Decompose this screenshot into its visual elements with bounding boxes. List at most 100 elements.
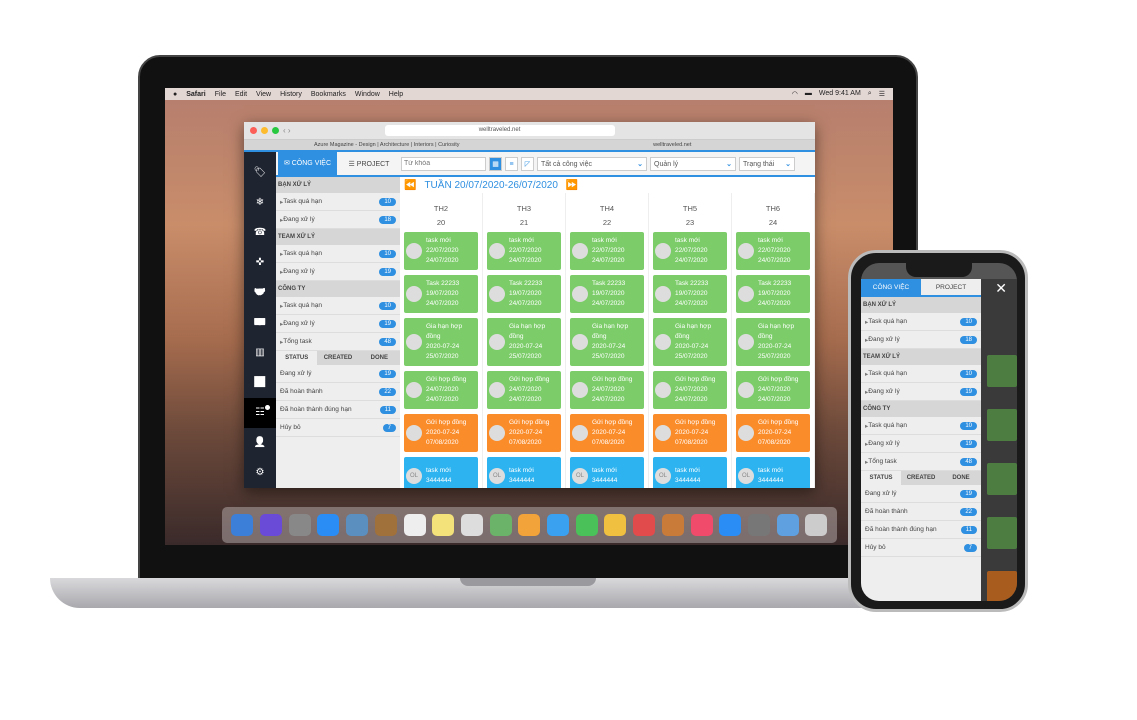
tab-project[interactable]: PROJECT [921, 279, 981, 295]
tab-project[interactable]: ☰ PROJECT [340, 160, 398, 168]
list-item[interactable]: ▸ Đang xử lý 18 [276, 211, 400, 229]
list-item[interactable]: ▸ Task quá hạn 10 [276, 245, 400, 263]
status-item[interactable]: Đã hoàn thành 22 [861, 503, 981, 521]
dock-app-icon[interactable] [518, 514, 541, 536]
status-item[interactable]: Hủy bỏ 7 [276, 419, 400, 437]
overlay[interactable] [981, 279, 1017, 601]
status-item[interactable]: Đã hoàn thành 22 [276, 383, 400, 401]
list-item[interactable]: ▸ Đang xử lý 19 [861, 383, 981, 401]
gear-icon[interactable]: ⚙ [244, 458, 276, 488]
dock-app-icon[interactable] [719, 514, 742, 536]
back-forward-icon[interactable]: ‹ › [283, 126, 291, 135]
task-card[interactable]: task mới 22/07/2020 24/07/2020 [736, 232, 810, 270]
search-icon[interactable]: ⌕ [868, 90, 872, 98]
menu-help[interactable]: Help [389, 91, 403, 98]
phone-icon[interactable]: ☎ [244, 218, 276, 248]
list-item[interactable]: ▸ Task quá hạn 10 [276, 193, 400, 211]
status-item[interactable]: Đã hoàn thành đúng hạn 11 [861, 521, 981, 539]
dock-app-icon[interactable] [633, 514, 656, 536]
dock-app-icon[interactable] [575, 514, 598, 536]
tab-created[interactable]: CREATED [901, 471, 941, 485]
task-list-icon[interactable]: ☷ [244, 398, 276, 428]
crosshair-icon[interactable]: ✜ [244, 248, 276, 278]
grid-view-icon[interactable]: ▦ [489, 156, 502, 171]
list-item[interactable]: ▸ Tổng task 48 [861, 453, 981, 471]
task-card[interactable]: OL task mới 3444444 [487, 457, 561, 488]
bar-chart-icon[interactable]: ▥ [244, 338, 276, 368]
next-week-icon[interactable]: ⏩ [566, 180, 578, 191]
menu-icon[interactable]: ☰ [879, 90, 885, 98]
tab-done[interactable]: DONE [941, 471, 981, 485]
browser-tab[interactable]: Azure Magazine - Design | Architecture |… [244, 142, 530, 148]
user-icon[interactable]: 👤 [244, 428, 276, 458]
tag-icon[interactable]: 🏷 [244, 158, 276, 188]
browser-tab[interactable]: welltraveled.net [530, 142, 816, 148]
dock-app-icon[interactable] [260, 514, 283, 536]
dock-app-icon[interactable] [805, 514, 828, 536]
tab-done[interactable]: DONE [358, 351, 400, 365]
task-filter-select[interactable]: Tất cả công việc ⌄ [537, 156, 647, 171]
minimize-button[interactable] [261, 127, 268, 134]
task-card[interactable]: Task 22233 19/07/2020 24/07/2020 [570, 275, 644, 313]
list-item[interactable]: ▸ Đang xử lý 19 [276, 315, 400, 333]
dock-app-icon[interactable] [317, 514, 340, 536]
menu-edit[interactable]: Edit [235, 91, 247, 98]
line-chart-icon[interactable]: 📈 [244, 368, 276, 398]
task-card[interactable]: Gia hạn hợp đồng 2020-07-24 25/07/2020 [570, 318, 644, 366]
list-item[interactable]: ▸ Task quá hạn 10 [861, 365, 981, 383]
status-item[interactable]: Đang xử lý 19 [276, 365, 400, 383]
apple-icon[interactable]: ● [173, 91, 177, 98]
status-item[interactable]: Hủy bỏ 7 [861, 539, 981, 557]
dock-app-icon[interactable] [346, 514, 369, 536]
menu-safari[interactable]: Safari [186, 91, 205, 98]
status-select[interactable]: Trạng thái ⌄ [739, 156, 795, 171]
status-item[interactable]: Đang xử lý 19 [861, 485, 981, 503]
list-item[interactable]: ▸ Task quá hạn 10 [861, 313, 981, 331]
prev-week-icon[interactable]: ⏪ [404, 180, 416, 191]
status-item[interactable]: Đã hoàn thành đúng hạn 11 [276, 401, 400, 419]
dock-app-icon[interactable] [288, 514, 311, 536]
task-card[interactable]: task mới 22/07/2020 24/07/2020 [653, 232, 727, 270]
task-card[interactable]: Gửi hợp đồng 2020-07-24 07/08/2020 [404, 414, 478, 452]
dock-app-icon[interactable] [489, 514, 512, 536]
close-icon[interactable]: ✕ [995, 280, 1007, 297]
dock-app-icon[interactable] [690, 514, 713, 536]
wifi-icon[interactable]: ◠ [792, 90, 798, 98]
tab-cong-viec[interactable]: CÔNG VIỆC [861, 279, 921, 295]
tab-status[interactable]: STATUS [861, 471, 901, 485]
list-item[interactable]: ▸ Tổng task 48 [276, 333, 400, 351]
menu-window[interactable]: Window [355, 91, 380, 98]
manager-select[interactable]: Quản lý ⌄ [650, 156, 736, 171]
task-card[interactable]: Task 22233 19/07/2020 24/07/2020 [404, 275, 478, 313]
list-view-icon[interactable]: ≡ [505, 156, 518, 171]
dock-app-icon[interactable] [374, 514, 397, 536]
menu-view[interactable]: View [256, 91, 271, 98]
menu-file[interactable]: File [215, 91, 226, 98]
task-card[interactable]: Gửi hợp đồng 2020-07-24 07/08/2020 [653, 414, 727, 452]
task-card[interactable]: Gửi hợp đồng 24/07/2020 24/07/2020 [653, 371, 727, 409]
menu-bookmarks[interactable]: Bookmarks [311, 91, 346, 98]
task-card[interactable]: OL task mới 3444444 [570, 457, 644, 488]
list-item[interactable]: ▸ Đang xử lý 19 [861, 435, 981, 453]
gantt-view-icon[interactable]: ◸ [521, 156, 534, 171]
dock-app-icon[interactable] [403, 514, 426, 536]
money-icon[interactable]: 💵 [244, 308, 276, 338]
list-item[interactable]: ▸ Task quá hạn 10 [276, 297, 400, 315]
task-card[interactable]: Gia hạn hợp đồng 2020-07-24 25/07/2020 [653, 318, 727, 366]
list-item[interactable]: ▸ Task quá hạn 10 [861, 417, 981, 435]
task-card[interactable]: Task 22233 19/07/2020 24/07/2020 [736, 275, 810, 313]
dock-app-icon[interactable] [432, 514, 455, 536]
task-card[interactable]: Gửi hợp đồng 2020-07-24 07/08/2020 [487, 414, 561, 452]
maximize-button[interactable] [272, 127, 279, 134]
dock-app-icon[interactable] [460, 514, 483, 536]
search-input[interactable] [401, 156, 486, 171]
dock-app-icon[interactable] [547, 514, 570, 536]
task-card[interactable]: Gửi hợp đồng 24/07/2020 24/07/2020 [736, 371, 810, 409]
dock-app-icon[interactable] [604, 514, 627, 536]
tab-cong-viec[interactable]: ✉ CÔNG VIỆC [278, 152, 337, 175]
tab-created[interactable]: CREATED [317, 351, 359, 365]
task-card[interactable]: Gửi hợp đồng 2020-07-24 07/08/2020 [570, 414, 644, 452]
task-card[interactable]: Gia hạn hợp đồng 2020-07-24 25/07/2020 [487, 318, 561, 366]
task-card[interactable]: Gửi hợp đồng 24/07/2020 24/07/2020 [487, 371, 561, 409]
task-card[interactable]: Gia hạn hợp đồng 2020-07-24 25/07/2020 [404, 318, 478, 366]
